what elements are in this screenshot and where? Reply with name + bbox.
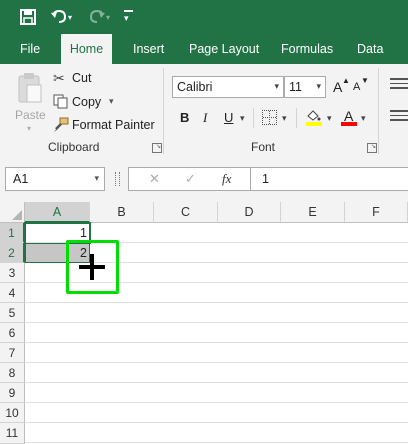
- name-box-value: A1: [13, 172, 29, 186]
- copy-icon: [53, 94, 68, 114]
- ribbon: Paste ▾ ✂ Cut Copy ▾ Format Painter Clip…: [0, 64, 408, 159]
- copy-dropdown-icon[interactable]: ▾: [109, 96, 114, 107]
- column-header-e[interactable]: E: [281, 202, 345, 223]
- row-header-7[interactable]: 7: [0, 343, 25, 363]
- column-header-a[interactable]: A: [25, 202, 90, 223]
- name-box[interactable]: A1 ▾: [5, 167, 105, 191]
- title-bar: ▾ ▾ ▾: [0, 0, 408, 34]
- cancel-button[interactable]: ✕: [149, 171, 160, 187]
- undo-dropdown-icon[interactable]: ▾: [68, 13, 74, 22]
- clipboard-group-label: Clipboard: [48, 140, 100, 154]
- redo-dropdown-icon[interactable]: ▾: [106, 13, 110, 22]
- align-top-icon[interactable]: [390, 78, 408, 89]
- row-header-10[interactable]: 10: [0, 403, 25, 423]
- select-all-corner[interactable]: [0, 202, 25, 223]
- copy-button[interactable]: Copy ▾: [53, 93, 123, 111]
- group-separator: [253, 108, 254, 128]
- copy-label: Copy: [72, 95, 102, 109]
- formula-buttons: ✕ ✓ fx: [128, 167, 250, 191]
- font-launcher-icon[interactable]: ↘: [367, 143, 377, 153]
- font-color-button[interactable]: A: [341, 108, 357, 128]
- tab-insert[interactable]: Insert: [133, 34, 164, 64]
- row-header-11[interactable]: 11: [0, 423, 25, 444]
- grow-font-label: A: [333, 79, 343, 95]
- caret-down-icon: ▼: [361, 76, 369, 85]
- font-name-value: Calibri: [177, 80, 213, 94]
- format-painter-button[interactable]: Format Painter: [53, 116, 155, 134]
- paste-button[interactable]: Paste ▾: [13, 70, 47, 133]
- column-header-f[interactable]: F: [345, 202, 408, 223]
- underline-button[interactable]: U: [224, 110, 233, 125]
- underline-dropdown-icon[interactable]: ▾: [240, 113, 245, 124]
- paint-bucket-icon: [306, 110, 322, 126]
- cut-label: Cut: [72, 71, 92, 85]
- insert-function-button[interactable]: fx: [222, 171, 231, 187]
- customize-qat-icon[interactable]: ▾: [124, 9, 134, 23]
- cut-button[interactable]: ✂ Cut: [53, 70, 143, 88]
- formula-value: 1: [262, 172, 269, 186]
- italic-button[interactable]: I: [203, 110, 207, 126]
- column-header-c[interactable]: C: [154, 202, 218, 223]
- chevron-down-icon: ▾: [94, 173, 99, 183]
- tab-formulas[interactable]: Formulas: [281, 34, 333, 64]
- borders-icon[interactable]: [262, 110, 277, 125]
- chevron-down-icon: ▾: [316, 81, 321, 91]
- worksheet-grid[interactable]: A B C D E F 1 2 3 4 5 6 7 8 9 10 11 1 2: [0, 202, 408, 444]
- undo-icon[interactable]: [48, 6, 70, 28]
- row-header-2[interactable]: 2: [0, 243, 25, 263]
- font-color-swatch: [341, 122, 357, 126]
- ribbon-tabs: File Home Insert Page Layout Formulas Da…: [0, 34, 408, 64]
- splitter-handle[interactable]: [115, 172, 120, 186]
- caret-up-icon: ▲: [342, 76, 350, 85]
- formula-input[interactable]: 1: [250, 167, 408, 191]
- crosshair-cursor-icon[interactable]: [79, 254, 105, 280]
- chevron-down-icon: ▾: [274, 81, 279, 91]
- font-group-label: Font: [251, 140, 276, 154]
- paste-icon: [17, 72, 42, 103]
- format-painter-label: Format Painter: [72, 118, 155, 132]
- group-separator: [378, 68, 379, 154]
- column-header-b[interactable]: B: [90, 202, 154, 223]
- font-size-select[interactable]: 11 ▾: [284, 76, 326, 98]
- fill-color-button[interactable]: [305, 108, 323, 128]
- align-left-icon[interactable]: [390, 110, 408, 121]
- shrink-font-button[interactable]: A ▼: [353, 76, 369, 97]
- formula-bar-area: A1 ▾ ✕ ✓ fx 1: [0, 158, 408, 202]
- column-header-d[interactable]: D: [218, 202, 281, 223]
- enter-button[interactable]: ✓: [185, 171, 196, 187]
- shrink-font-label: A: [353, 81, 361, 93]
- grow-font-button[interactable]: A ▲: [333, 76, 350, 97]
- group-separator: [163, 68, 164, 154]
- paintbrush-icon: [53, 117, 69, 138]
- row-header-6[interactable]: 6: [0, 323, 25, 343]
- fill-color-dropdown-icon[interactable]: ▾: [327, 113, 332, 124]
- group-separator: [296, 108, 297, 128]
- save-icon[interactable]: [17, 6, 39, 28]
- scissors-icon: ✂: [53, 70, 65, 86]
- row-header-4[interactable]: 4: [0, 283, 25, 303]
- clipboard-launcher-icon[interactable]: ↘: [152, 143, 162, 153]
- row-header-9[interactable]: 9: [0, 383, 25, 403]
- bold-button[interactable]: B: [180, 110, 189, 125]
- paste-dropdown-icon: ▾: [27, 124, 32, 133]
- tab-file[interactable]: File: [20, 34, 40, 64]
- redo-icon[interactable]: [86, 6, 108, 28]
- tab-page-layout[interactable]: Page Layout: [189, 34, 259, 64]
- tab-data[interactable]: Data: [357, 34, 383, 64]
- font-name-select[interactable]: Calibri ▾: [172, 76, 284, 98]
- borders-dropdown-icon[interactable]: ▾: [282, 113, 287, 124]
- tab-home[interactable]: Home: [61, 34, 112, 64]
- row-header-5[interactable]: 5: [0, 303, 25, 323]
- font-size-value: 11: [289, 80, 302, 94]
- row-header-1[interactable]: 1: [0, 223, 25, 243]
- paste-label: Paste: [15, 108, 46, 122]
- row-header-8[interactable]: 8: [0, 363, 25, 383]
- row-header-3[interactable]: 3: [0, 263, 25, 283]
- font-color-dropdown-icon[interactable]: ▾: [361, 113, 366, 124]
